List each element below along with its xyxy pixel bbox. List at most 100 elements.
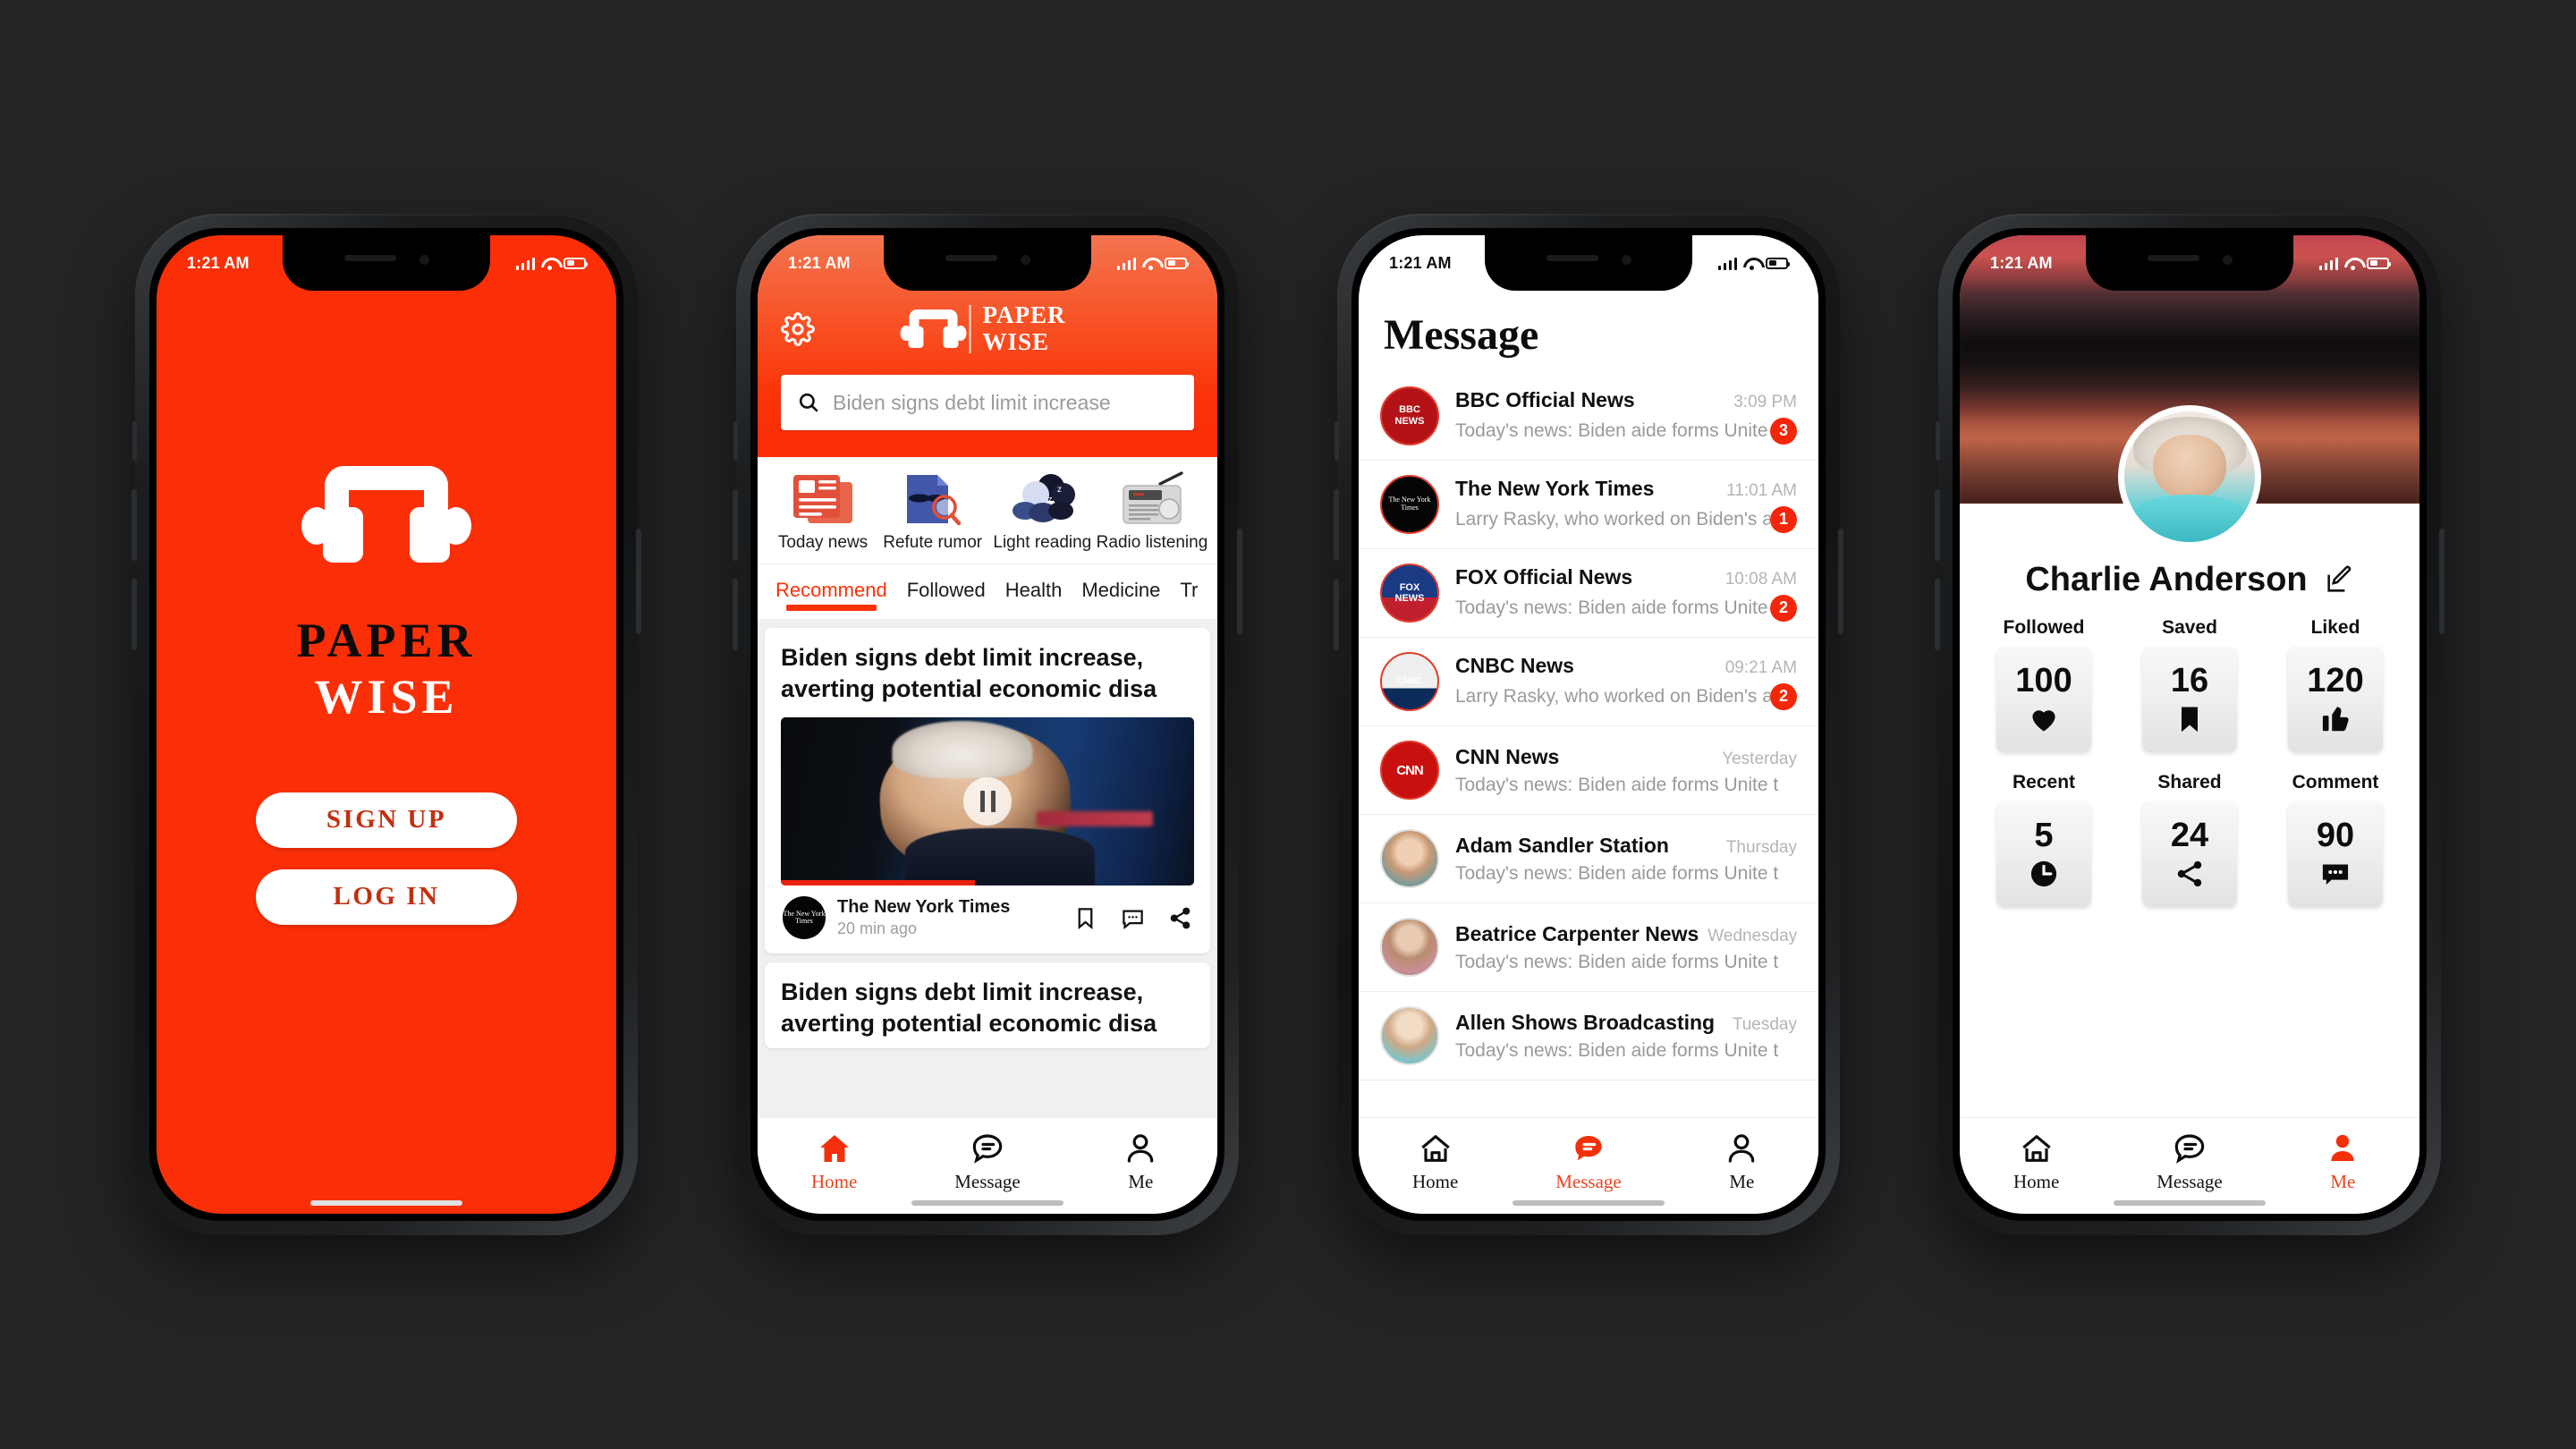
avatar[interactable] (2118, 405, 2261, 548)
home-indicator[interactable] (2114, 1200, 2266, 1206)
message-row[interactable]: Beatrice Carpenter News Wednesday Today'… (1359, 903, 1818, 992)
article-card[interactable]: Biden signs debt limit increase, avertin… (765, 962, 1210, 1049)
signal-bars-icon (1717, 257, 1737, 270)
category-refute-rumor[interactable]: Refute rumor (880, 471, 986, 553)
video-progress-bar[interactable] (781, 880, 976, 886)
sign-up-button[interactable]: SIGN UP (256, 792, 517, 848)
status-icons (1116, 257, 1189, 270)
tab-recommend[interactable]: Recommend (775, 579, 887, 613)
stat-label: Saved (2162, 617, 2217, 638)
article-feed[interactable]: Biden signs debt limit increase, avertin… (758, 619, 1217, 1117)
notch (283, 235, 490, 291)
volume-down-button[interactable] (1935, 579, 1940, 650)
stat-tile[interactable]: 5 (1996, 801, 2091, 907)
stat-value: 16 (2170, 662, 2209, 699)
power-button[interactable] (1838, 529, 1843, 634)
message-row[interactable]: CNN CNN News Yesterday Today's news: Bid… (1359, 726, 1818, 815)
wifi-icon (541, 257, 557, 270)
power-button[interactable] (2439, 529, 2445, 634)
share-icon[interactable] (1168, 906, 1192, 930)
message-list[interactable]: BBC NEWS BBC Official News 3:09 PM Today'… (1359, 372, 1818, 1117)
stats-row-1: Followed 100 Saved 16 Liked 120 (1990, 617, 2389, 752)
power-button[interactable] (1237, 529, 1242, 634)
message-row[interactable]: The New York Times The New York Times 11… (1359, 461, 1818, 549)
tab-tr[interactable]: Tr (1180, 579, 1198, 613)
log-in-button[interactable]: LOG IN (256, 869, 517, 925)
page-title: Message (1384, 311, 1539, 359)
stat-tile[interactable]: 24 (2142, 801, 2237, 907)
status-icons (1717, 257, 1790, 270)
mute-switch[interactable] (733, 421, 738, 461)
stat-tile[interactable]: 120 (2288, 647, 2383, 752)
thumbs-up-icon (2322, 706, 2349, 732)
message-row[interactable]: BBC NEWS BBC Official News 3:09 PM Today'… (1359, 372, 1818, 461)
message-row[interactable]: CNBC CNBC News 09:21 AM Larry Rasky, who… (1359, 638, 1818, 726)
sender-name: Adam Sandler Station (1455, 833, 1669, 857)
stat-tile[interactable]: 100 (1996, 647, 2091, 752)
category-shortcuts: Today news Refute rumor z z Light readin… (758, 457, 1217, 564)
user-photo (1380, 829, 1439, 888)
bookmark-icon (2182, 707, 2198, 733)
category-radio-listening[interactable]: Radio listening (1096, 471, 1208, 553)
stat-tile[interactable]: 16 (2142, 647, 2237, 752)
phone-home: 1:21 AM PAPER WISE Biden signs debt limi… (733, 214, 1242, 1235)
message-preview: Today's news: Biden aide forms Unite t (1455, 597, 1770, 618)
tab-followed[interactable]: Followed (907, 579, 986, 613)
message-preview: Today's news: Biden aide forms Unite t (1455, 1039, 1779, 1061)
volume-down-button[interactable] (131, 579, 137, 650)
tab-health[interactable]: Health (1005, 579, 1063, 613)
edit-pencil-icon[interactable] (2324, 565, 2354, 596)
category-label: Today news (777, 533, 869, 552)
tab-me[interactable]: Me (1665, 1131, 1818, 1193)
tab-message[interactable]: Message (1512, 1131, 1665, 1193)
article-source: The New York Times (837, 897, 1011, 918)
mute-switch[interactable] (132, 421, 137, 461)
mute-switch[interactable] (1936, 421, 1940, 461)
stat-value: 24 (2170, 817, 2209, 854)
home-indicator[interactable] (1513, 1200, 1665, 1206)
power-button[interactable] (636, 529, 641, 634)
brand-title-line1: PAPER (982, 301, 1066, 329)
category-light-reading[interactable]: z z Light reading (989, 471, 1095, 553)
pause-icon[interactable] (963, 777, 1012, 826)
tab-message[interactable]: Message (911, 1131, 1063, 1193)
volume-up-button[interactable] (131, 489, 137, 561)
signal-bars-icon (2318, 257, 2338, 270)
document-magnifier-icon (900, 471, 966, 527)
front-camera (419, 255, 429, 265)
volume-up-button[interactable] (1935, 489, 1940, 561)
search-bar[interactable] (781, 375, 1194, 430)
tab-message[interactable]: Message (2113, 1131, 2266, 1193)
stat-tile[interactable]: 90 (2288, 801, 2383, 907)
category-label: Radio listening (1096, 533, 1208, 552)
tab-me[interactable]: Me (1064, 1131, 1217, 1193)
message-time: 11:01 AM (1726, 480, 1797, 500)
message-row[interactable]: Allen Shows Broadcasting Tuesday Today's… (1359, 992, 1818, 1080)
volume-down-button[interactable] (733, 579, 738, 650)
tab-home[interactable]: Home (1359, 1131, 1512, 1193)
home-indicator[interactable] (310, 1200, 462, 1206)
tab-label: Message (2157, 1171, 2223, 1192)
mute-switch[interactable] (1335, 421, 1339, 461)
tab-me[interactable]: Me (2267, 1131, 2419, 1193)
search-input[interactable] (833, 390, 1178, 415)
volume-up-button[interactable] (733, 489, 738, 561)
stat-liked: Liked 120 (2282, 617, 2389, 752)
tab-medicine[interactable]: Medicine (1081, 579, 1160, 613)
message-row[interactable]: FOX NEWS FOX Official News 10:08 AM Today… (1359, 549, 1818, 638)
volume-down-button[interactable] (1334, 579, 1339, 650)
category-today-news[interactable]: Today news (770, 471, 876, 553)
volume-up-button[interactable] (1334, 489, 1339, 561)
comment-icon[interactable] (1121, 906, 1145, 930)
message-preview: Today's news: Biden aide forms Unite t (1455, 419, 1770, 441)
article-video-thumbnail[interactable] (781, 717, 1194, 886)
home-indicator[interactable] (911, 1200, 1063, 1206)
tab-home[interactable]: Home (1960, 1131, 2113, 1193)
phone-profile: 1:21 AM Charlie Anderson Followed 100 Sa… (1935, 214, 2445, 1235)
tab-home[interactable]: Home (758, 1131, 911, 1193)
gear-icon[interactable] (781, 312, 815, 346)
person-icon (2331, 1134, 2354, 1161)
bookmark-icon[interactable] (1073, 906, 1097, 930)
message-row[interactable]: Adam Sandler Station Thursday Today's ne… (1359, 815, 1818, 903)
article-card[interactable]: Biden signs debt limit increase, avertin… (765, 628, 1210, 954)
